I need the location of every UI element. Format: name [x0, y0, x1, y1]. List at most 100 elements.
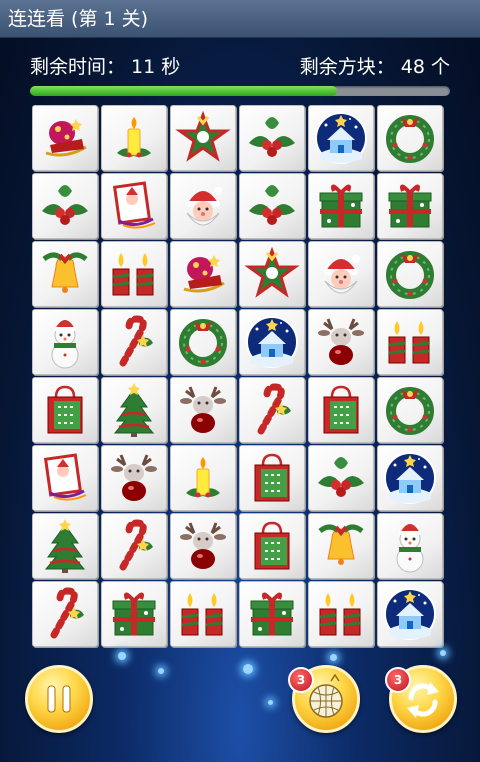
- reindeer-icon: [318, 318, 364, 365]
- shopping-bag-icon: [323, 385, 359, 434]
- tile-holly[interactable]: [32, 173, 98, 239]
- tree-icon: [44, 519, 86, 573]
- tile-reindeer[interactable]: [170, 377, 236, 443]
- time-remaining: 剩余时间： 11 秒: [30, 56, 181, 78]
- tile-shopping-bag[interactable]: [308, 377, 374, 443]
- tile-gift[interactable]: [308, 173, 374, 239]
- snow-house-icon: [384, 452, 436, 504]
- snow-house-icon: [315, 112, 367, 164]
- tile-holly[interactable]: [239, 173, 305, 239]
- tile-bell[interactable]: [32, 241, 98, 307]
- tile-wreath[interactable]: [377, 105, 443, 171]
- candle-icon: [186, 457, 220, 498]
- tile-gift[interactable]: [377, 173, 443, 239]
- tile-wreath[interactable]: [377, 241, 443, 307]
- tile-wreath[interactable]: [377, 377, 443, 443]
- bell-icon: [42, 252, 88, 293]
- tile-two-candles[interactable]: [101, 241, 167, 307]
- tile-star-wreath[interactable]: [170, 105, 236, 171]
- tile-candy-cane[interactable]: [32, 581, 98, 647]
- candy-cane-icon: [119, 315, 153, 367]
- sparkle: [330, 654, 337, 661]
- tile-snow-house[interactable]: [239, 309, 305, 375]
- gift-icon: [388, 184, 432, 228]
- holly-icon: [318, 457, 364, 497]
- tree-icon: [113, 383, 155, 437]
- two-candles-icon: [319, 593, 361, 636]
- tile-holly[interactable]: [239, 105, 305, 171]
- tile-sleigh[interactable]: [170, 241, 236, 307]
- gift-icon: [319, 184, 363, 228]
- tile-santa[interactable]: [308, 241, 374, 307]
- tile-wreath[interactable]: [170, 309, 236, 375]
- two-candles-icon: [388, 321, 430, 364]
- tile-reindeer[interactable]: [170, 513, 236, 579]
- snowman-icon: [396, 524, 424, 573]
- tile-sleigh[interactable]: [32, 105, 98, 171]
- star-wreath-icon: [175, 110, 231, 162]
- card-icon: [112, 181, 156, 229]
- snow-house-icon: [246, 316, 298, 368]
- sparkle: [440, 650, 446, 656]
- hint-count-badge: 3: [288, 667, 314, 693]
- shopping-bag-icon: [47, 385, 83, 434]
- tile-snow-house[interactable]: [308, 105, 374, 171]
- tile-candy-cane[interactable]: [101, 513, 167, 579]
- sparkle: [118, 652, 126, 660]
- candy-cane-icon: [50, 587, 84, 639]
- app-title: 连连看 (第 1 关): [8, 8, 149, 30]
- reindeer-icon: [180, 522, 226, 569]
- sparkle: [158, 668, 164, 674]
- candle-icon: [117, 117, 151, 158]
- tile-two-candles[interactable]: [308, 581, 374, 647]
- tile-holly[interactable]: [308, 445, 374, 511]
- sparkle: [243, 664, 253, 674]
- tile-shopping-bag[interactable]: [32, 377, 98, 443]
- bell-icon: [318, 524, 364, 565]
- sleigh-icon: [45, 119, 87, 157]
- tile-tree[interactable]: [32, 513, 98, 579]
- gift-icon: [250, 592, 294, 636]
- tile-candy-cane[interactable]: [239, 377, 305, 443]
- tile-snow-house[interactable]: [377, 581, 443, 647]
- reindeer-icon: [111, 454, 157, 501]
- tile-tree[interactable]: [101, 377, 167, 443]
- time-progress-bar: [30, 86, 450, 96]
- tile-card[interactable]: [101, 173, 167, 239]
- tile-candy-cane[interactable]: [101, 309, 167, 375]
- tile-shopping-bag[interactable]: [239, 445, 305, 511]
- card-icon: [43, 453, 87, 501]
- wreath-icon: [386, 387, 434, 435]
- time-progress-fill: [30, 86, 337, 96]
- tile-snowman[interactable]: [32, 309, 98, 375]
- tile-shopping-bag[interactable]: [239, 513, 305, 579]
- two-candles-icon: [112, 253, 154, 296]
- candy-cane-icon: [257, 383, 291, 435]
- star-wreath-icon: [244, 246, 300, 298]
- holly-icon: [42, 185, 88, 225]
- blocks-remaining: 剩余方块： 48 个: [299, 56, 450, 78]
- santa-icon: [324, 255, 360, 294]
- tile-card[interactable]: [32, 445, 98, 511]
- tile-bell[interactable]: [308, 513, 374, 579]
- tile-reindeer[interactable]: [308, 309, 374, 375]
- snowman-icon: [51, 320, 79, 369]
- tile-santa[interactable]: [170, 173, 236, 239]
- tile-two-candles[interactable]: [170, 581, 236, 647]
- tile-snowman[interactable]: [377, 513, 443, 579]
- sleigh-icon: [183, 255, 225, 293]
- tile-gift[interactable]: [101, 581, 167, 647]
- game-board: [32, 105, 446, 651]
- wreath-icon: [179, 319, 227, 367]
- tile-gift[interactable]: [239, 581, 305, 647]
- snow-house-icon: [384, 588, 436, 640]
- tile-snow-house[interactable]: [377, 445, 443, 511]
- tile-reindeer[interactable]: [101, 445, 167, 511]
- tile-two-candles[interactable]: [377, 309, 443, 375]
- title-bar: 连连看 (第 1 关): [0, 0, 480, 38]
- pause-button[interactable]: [25, 665, 93, 733]
- tile-candle[interactable]: [170, 445, 236, 511]
- tile-star-wreath[interactable]: [239, 241, 305, 307]
- tile-candle[interactable]: [101, 105, 167, 171]
- holly-icon: [249, 185, 295, 225]
